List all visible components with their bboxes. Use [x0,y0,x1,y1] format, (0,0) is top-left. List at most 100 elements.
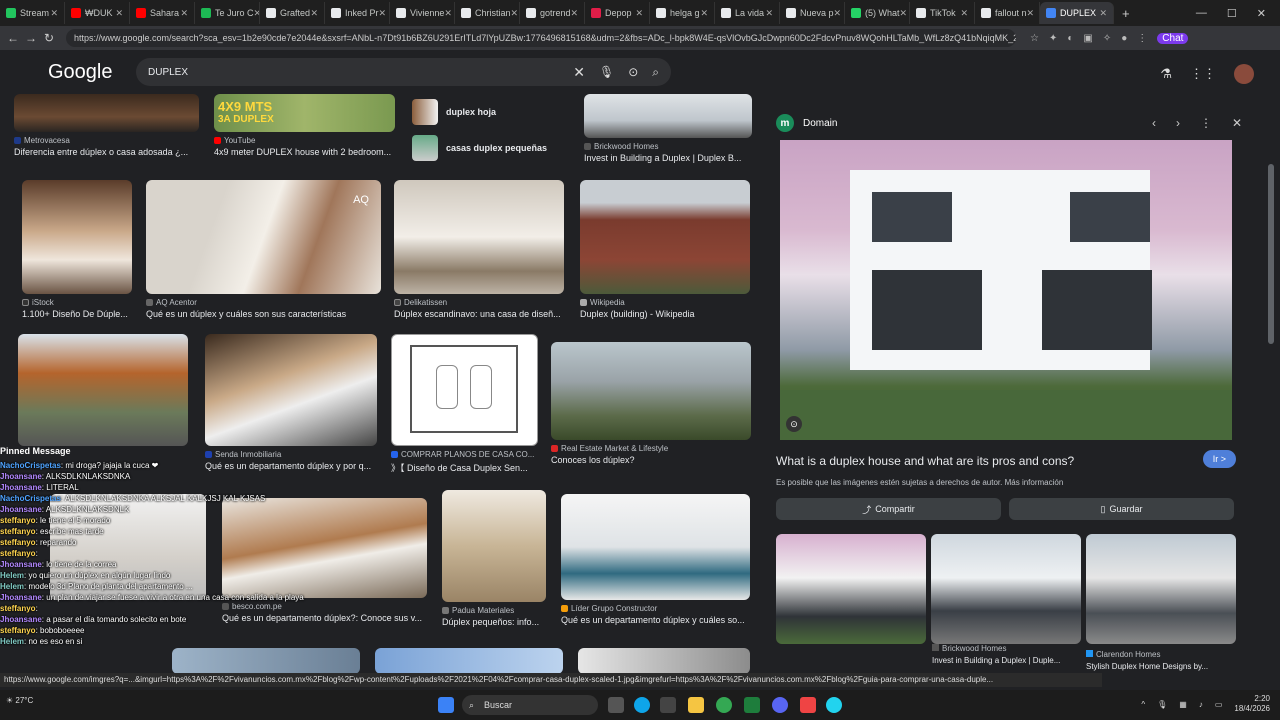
battery-icon[interactable]: ▭ [1215,700,1223,709]
close-panel-icon[interactable]: ✕ [1232,116,1242,130]
task-view-icon[interactable] [608,697,624,713]
close-tab-icon[interactable]: ✕ [635,8,643,19]
result-image[interactable] [375,648,563,674]
browser-tab[interactable]: DUPLEX ✕ [1040,2,1114,24]
result-title[interactable]: Duplex (building) - Wikipedia [580,309,750,319]
floor-plan-image[interactable] [391,334,538,446]
browser-tab[interactable]: (5) What ✕ [845,2,910,24]
file-explorer-icon[interactable] [688,697,704,713]
result-card[interactable]: COMPRAR PLANOS DE CASA CO... 》【 Diseño d… [391,334,538,474]
chat-icon[interactable]: Chat [1157,32,1189,44]
close-tab-icon[interactable]: ✕ [1099,8,1107,19]
app-icon[interactable] [744,697,760,713]
result-title[interactable]: Dúplex escandinavo: una casa de diseñ... [394,309,564,319]
result-title[interactable]: Conoces los dúplex? [551,455,751,465]
save-button[interactable]: ▯ Guardar [1009,498,1234,520]
result-image[interactable] [551,342,751,440]
store-icon[interactable] [660,697,676,713]
related-title[interactable]: Invest in Building a Duplex | Duple... [932,656,1060,665]
puzzle-icon[interactable]: ✧ [1103,33,1111,44]
result-card[interactable]: Metrovacesa Diferencia entre dúplex o ca… [14,94,199,157]
result-title[interactable]: 》【 Diseño de Casa Duplex Sen... [391,461,538,474]
discord-icon[interactable] [772,697,788,713]
related-image[interactable] [1086,534,1236,644]
google-logo[interactable]: Google [48,61,113,84]
browser-tab[interactable]: Grafted ✕ [260,2,325,24]
edge-icon[interactable] [634,697,650,713]
extension-icon[interactable]: ✦ [1049,33,1057,44]
close-tab-icon[interactable]: ✕ [960,8,968,19]
close-tab-icon[interactable]: ✕ [834,8,842,19]
result-image[interactable] [580,180,750,294]
close-tab-icon[interactable]: ✕ [180,8,188,19]
extension-icon[interactable]: ▣ [1083,33,1092,44]
result-image[interactable] [205,334,377,446]
result-title[interactable]: Dúplex pequeños: info... [442,617,546,627]
result-card[interactable]: AQ AQ Acentor Qué es un dúplex y cuáles … [146,180,381,319]
result-card[interactable]: 4X9 MTS 3A DUPLEX YouTube 4x9 meter DUPL… [214,94,395,157]
result-card[interactable] [375,648,563,674]
more-options-icon[interactable]: ⋮ [1200,116,1212,130]
result-title[interactable]: Qué es un dúplex y cuáles son sus caract… [146,309,381,319]
new-tab-button[interactable]: + [1122,6,1130,21]
close-tab-icon[interactable]: ✕ [1027,8,1035,19]
close-tab-icon[interactable]: ✕ [511,8,519,19]
browser-tab[interactable]: La vida ✕ [715,2,780,24]
browser-tab[interactable]: TikTok ✕ [910,2,975,24]
profile-icon[interactable]: ● [1121,33,1127,44]
close-tab-icon[interactable]: ✕ [765,8,773,19]
result-title[interactable]: Qué es un departamento dúplex y cuáles s… [561,615,750,625]
result-title[interactable]: Invest in Building a Duplex | Duplex B..… [584,153,752,163]
mic-icon[interactable]: 🎙 [1157,700,1167,709]
chrome-icon[interactable] [716,697,732,713]
extension-icon[interactable]: ◐ [1067,33,1073,44]
result-card[interactable]: Real Estate Market & Lifestyle Conoces l… [551,342,751,465]
result-title[interactable]: 1.100+ Diseño De Dúple... [22,309,132,319]
search-input[interactable]: DUPLEX [148,67,559,78]
result-image[interactable]: AQ [146,180,381,294]
lens-icon[interactable]: ⊙ [786,416,802,432]
close-tab-icon[interactable]: ✕ [115,8,123,19]
browser-tab[interactable]: Christian ✕ [455,2,520,24]
volume-icon[interactable]: ♪ [1199,700,1203,709]
browser-tab[interactable]: Te Juro C✕ [195,2,260,24]
result-card[interactable]: Delikatissen Dúplex escandinavo: una cas… [394,180,564,319]
mic-icon[interactable]: 🎙 [599,65,614,79]
browser-tab[interactable]: Nueva p ✕ [780,2,845,24]
search-box[interactable]: DUPLEX ✕ 🎙 ⊙ ⌕ [136,58,671,86]
browser-tab[interactable]: Stream ✕ [0,2,65,24]
browser-tab[interactable]: Depop ✕ [585,2,650,24]
avatar[interactable] [1234,64,1254,84]
close-tab-icon[interactable]: ✕ [310,8,318,19]
result-image[interactable] [18,334,188,446]
result-image[interactable] [561,494,750,600]
tray-arrow-icon[interactable]: ^ [1141,700,1145,709]
app-icon[interactable] [826,697,842,713]
close-tab-icon[interactable]: ✕ [700,8,708,19]
close-tab-icon[interactable]: ✕ [379,8,387,19]
panel-source[interactable]: Domain [803,118,837,129]
labs-icon[interactable]: ⚗ [1160,66,1172,82]
taskbar-search[interactable]: ⌕ Buscar [462,695,598,715]
browser-tab[interactable]: Inked Pr ✕ [325,2,390,24]
url-field[interactable]: https://www.google.com/search?sca_esv=1b… [66,29,1016,47]
result-title[interactable]: 4x9 meter DUPLEX house with 2 bedroom... [214,147,395,157]
windows-start-icon[interactable] [438,697,454,713]
reload-icon[interactable]: ↻ [40,31,58,45]
browser-tab[interactable]: ₩DUK ✕ [65,2,130,24]
close-tab-icon[interactable]: ✕ [900,8,908,19]
result-image[interactable] [578,648,750,674]
back-icon[interactable]: ← [4,31,22,45]
browser-tab[interactable]: Vivienne ✕ [390,2,455,24]
result-card[interactable]: Wikipedia Duplex (building) - Wikipedia [580,180,750,319]
weather-widget[interactable]: ☀ 27°C [6,696,33,705]
browser-tab[interactable]: gotrend ✕ [520,2,585,24]
result-image[interactable] [22,180,132,294]
result-card[interactable]: Brickwood Homes Invest in Building a Dup… [584,94,752,163]
result-card[interactable]: iStock 1.100+ Diseño De Dúple... [22,180,132,319]
related-image[interactable] [776,534,926,644]
preview-image[interactable]: ⊙ [780,140,1232,440]
search-icon[interactable]: ⌕ [652,65,659,80]
panel-scrollbar[interactable] [1268,104,1274,674]
minimize-icon[interactable]: — [1196,7,1207,20]
